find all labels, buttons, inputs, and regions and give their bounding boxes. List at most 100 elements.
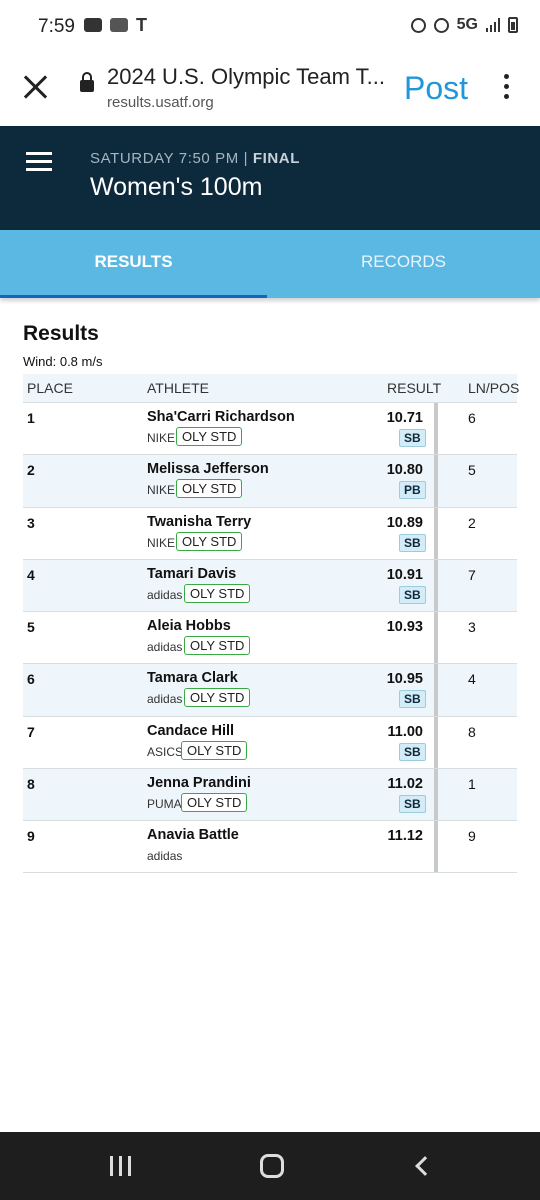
athlete-brand: NIKE (147, 483, 176, 498)
close-icon[interactable] (18, 70, 52, 104)
lock-icon (80, 72, 94, 92)
table-row[interactable]: 2 Melissa Jefferson NIKE OLY STD 10.80 PB 5 (23, 454, 517, 507)
record-badge: SB (399, 742, 426, 761)
oly-std-badge: OLY STD (176, 479, 243, 499)
record-badge: SB (399, 533, 426, 552)
status-time: 7:59 (38, 16, 75, 37)
lane-cell: 3 (468, 619, 476, 636)
result-time: 11.02 (387, 776, 424, 793)
signal-icon (486, 18, 500, 32)
tab-records[interactable]: RECORDS (270, 230, 537, 298)
oly-std-badge: OLY STD (181, 793, 248, 813)
athlete-brand: adidas (147, 587, 183, 602)
athlete-brand: PUMA (147, 797, 182, 812)
table-body: 1 Sha'Carri Richardson NIKE OLY STD 10.71 SB 6… (23, 402, 517, 873)
post-button[interactable]: Post (404, 70, 468, 107)
place-cell: 4 (27, 566, 35, 583)
column-divider (434, 821, 438, 872)
table-row[interactable]: 1 Sha'Carri Richardson NIKE OLY STD 10.71 SB 6 (23, 402, 517, 455)
battery-saver-icon (410, 17, 426, 33)
result-time: 10.95 (386, 671, 423, 688)
oly-std-badge: OLY STD (184, 636, 251, 656)
more-options-icon[interactable] (502, 74, 510, 102)
record-badge: PB (399, 481, 426, 500)
table-row[interactable]: 8 Jenna Prandini PUMA OLY STD 11.02 SB 1 (23, 768, 517, 821)
tab-bar: RESULTS RECORDS (0, 230, 540, 298)
back-icon[interactable] (415, 1156, 435, 1176)
athlete-name[interactable]: Tamara Clark (147, 670, 238, 686)
athlete-name[interactable]: Jenna Prandini (147, 775, 251, 791)
record-badge: SB (399, 429, 426, 447)
record-badge: SB (399, 795, 426, 814)
table-row[interactable]: 4 Tamari Davis adidas OLY STD 10.91 SB 7 (23, 558, 517, 612)
status-right-icons: 5G (410, 16, 518, 34)
result-time: 10.71 (386, 410, 423, 426)
table-row[interactable]: 5 Aleia Hobbs adidas OLY STD 10.93 3 (23, 611, 517, 664)
browser-toolbar: 2024 U.S. Olympic Team T... results.usat… (0, 52, 540, 126)
athlete-name[interactable]: Tamari Davis (147, 566, 236, 582)
athlete-name[interactable]: Twanisha Terry (147, 514, 251, 530)
oly-std-badge: OLY STD (184, 583, 251, 603)
menu-icon[interactable] (26, 152, 52, 172)
athlete-name[interactable]: Candace Hill (147, 723, 234, 739)
column-divider (434, 664, 438, 716)
lane-cell: 5 (468, 462, 476, 479)
athlete-name[interactable]: Aleia Hobbs (147, 618, 231, 634)
athlete-name[interactable]: Anavia Battle (147, 827, 239, 843)
place-cell: 2 (27, 462, 35, 479)
alarm-icon (433, 17, 449, 33)
column-divider (434, 612, 438, 664)
record-badge: SB (399, 585, 426, 604)
col-result: RESULT (387, 380, 442, 396)
column-divider (434, 455, 438, 507)
col-athlete: ATHLETE (147, 380, 209, 396)
result-time: 10.89 (386, 514, 423, 531)
table-row[interactable]: 7 Candace Hill ASICS OLY STD 11.00 SB 8 (23, 715, 517, 769)
place-cell: 8 (27, 776, 35, 793)
system-nav-bar (0, 1132, 540, 1200)
athlete-brand: ASICS (147, 744, 184, 759)
lane-cell: 4 (468, 671, 476, 688)
athlete-brand: NIKE (147, 535, 176, 550)
page-url[interactable]: results.usatf.org (107, 94, 214, 111)
recent-apps-icon[interactable] (110, 1156, 131, 1176)
place-cell: 1 (27, 410, 35, 426)
event-status: FINAL (252, 150, 301, 167)
caller-id-icon (110, 18, 128, 32)
result-time: 11.00 (387, 723, 424, 740)
athlete-name[interactable]: Melissa Jefferson (147, 461, 269, 477)
tab-results[interactable]: RESULTS (0, 230, 267, 298)
col-lane: LN/POS (468, 380, 520, 396)
event-meta: SATURDAY 7:50 PM | FINAL (90, 150, 300, 167)
event-header: SATURDAY 7:50 PM | FINAL Women's 100m (0, 126, 540, 230)
athlete-brand: adidas (147, 640, 183, 655)
table-row[interactable]: 6 Tamara Clark adidas OLY STD 10.95 SB 4 (23, 663, 517, 716)
page-title: 2024 U.S. Olympic Team T... (107, 64, 385, 89)
network-label: 5G (456, 16, 478, 33)
result-time: 10.80 (386, 462, 423, 479)
table-row[interactable]: 3 Twanisha Terry NIKE OLY STD 10.89 SB 2 (23, 506, 517, 559)
event-title: Women's 100m (90, 173, 263, 201)
results-heading: Results (23, 322, 99, 345)
result-time: 10.93 (386, 619, 423, 636)
lane-cell: 2 (468, 514, 476, 531)
result-time: 10.91 (386, 566, 423, 583)
col-place: PLACE (27, 380, 73, 396)
athlete-brand: adidas (147, 849, 183, 864)
place-cell: 7 (27, 723, 35, 740)
athlete-name[interactable]: Sha'Carri Richardson (147, 409, 295, 425)
athlete-brand: NIKE (147, 431, 176, 445)
column-divider (434, 716, 438, 769)
table-row[interactable]: 9 Anavia Battle adidas 11.12 9 (23, 820, 517, 873)
wind-info: Wind: 0.8 m/s (23, 354, 103, 369)
place-cell: 5 (27, 619, 35, 636)
results-table: PLACE ATHLETE RESULT LN/POS 1 Sha'Carri R… (23, 374, 520, 873)
place-cell: 6 (27, 671, 35, 688)
lane-cell: 7 (468, 566, 476, 583)
oly-std-badge: OLY STD (176, 531, 243, 551)
lane-cell: 6 (468, 410, 476, 426)
lane-cell: 8 (468, 723, 476, 740)
home-icon[interactable] (260, 1154, 284, 1178)
status-left-icons: T (84, 15, 147, 35)
tmobile-icon: T (136, 15, 147, 35)
